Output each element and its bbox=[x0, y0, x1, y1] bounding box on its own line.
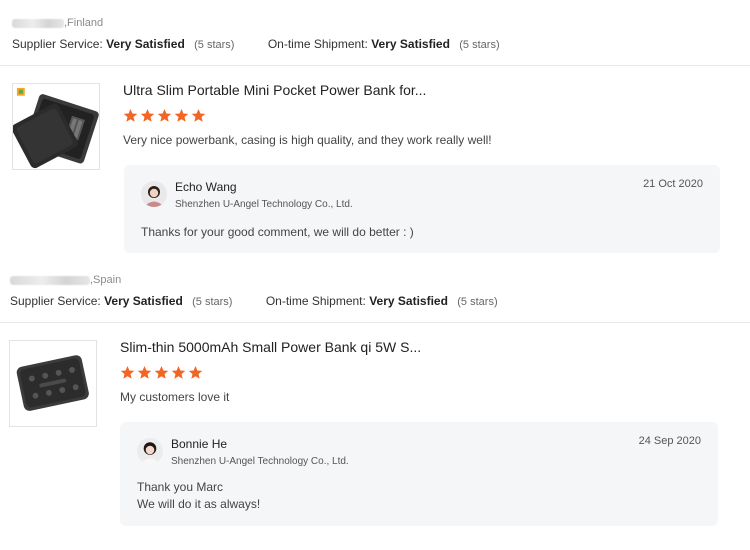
star-icon bbox=[174, 108, 189, 122]
supplier-reply: Bonnie He Shenzhen U-Angel Technology Co… bbox=[120, 422, 718, 526]
buyer-country: ,Finland bbox=[64, 17, 104, 29]
reply-author-name: Bonnie He bbox=[171, 437, 228, 451]
star-icon bbox=[137, 365, 152, 379]
supplier-reply: Echo Wang Shenzhen U-Angel Technology Co… bbox=[124, 165, 720, 253]
star-icon bbox=[123, 108, 138, 122]
reply-date: 24 Sep 2020 bbox=[638, 435, 701, 447]
star-icon bbox=[171, 365, 186, 379]
blurred-buyer-name bbox=[12, 18, 64, 28]
buyer-country: ,Spain bbox=[90, 274, 122, 286]
reply-text: Thanks for your good comment, we will do… bbox=[141, 225, 414, 239]
product-thumbnail[interactable] bbox=[12, 83, 100, 170]
product-title-link[interactable]: Ultra Slim Portable Mini Pocket Power Ba… bbox=[123, 82, 426, 98]
rating-summary: Supplier Service: Very Satisfied (5 star… bbox=[10, 294, 528, 308]
review-stars bbox=[120, 365, 203, 380]
product-title-link[interactable]: Slim-thin 5000mAh Small Power Bank qi 5W… bbox=[120, 339, 421, 355]
supplier-service-rating: Supplier Service: Very Satisfied (5 star… bbox=[12, 37, 235, 51]
product-thumbnail[interactable] bbox=[9, 340, 97, 427]
reply-text-line: We will do it as always! bbox=[137, 497, 261, 511]
seller-avatar bbox=[137, 438, 163, 464]
star-icon bbox=[157, 108, 172, 122]
star-icon bbox=[188, 365, 203, 379]
divider bbox=[0, 322, 750, 323]
divider bbox=[0, 65, 750, 66]
blurred-buyer-name bbox=[10, 275, 90, 285]
buyer-info: ,Finland bbox=[12, 16, 103, 30]
shipment-rating: On-time Shipment: Very Satisfied (5 star… bbox=[267, 37, 500, 51]
rating-summary: Supplier Service: Very Satisfied (5 star… bbox=[12, 37, 530, 51]
supplier-service-rating: Supplier Service: Very Satisfied (5 star… bbox=[10, 294, 233, 308]
review-stars bbox=[123, 108, 206, 123]
power-bank-product-image bbox=[13, 84, 99, 169]
reply-company: Shenzhen U-Angel Technology Co., Ltd. bbox=[171, 456, 349, 467]
review-comment: My customers love it bbox=[120, 390, 230, 404]
star-icon bbox=[191, 108, 206, 122]
reply-text: Thank you Marc We will do it as always! bbox=[137, 479, 260, 513]
review-comment: Very nice powerbank, casing is high qual… bbox=[123, 133, 492, 147]
reply-date: 21 Oct 2020 bbox=[643, 178, 703, 190]
reply-company: Shenzhen U-Angel Technology Co., Ltd. bbox=[175, 199, 353, 210]
star-icon bbox=[140, 108, 155, 122]
wireless-power-bank-product-image bbox=[10, 341, 96, 426]
star-icon bbox=[154, 365, 169, 379]
seller-avatar bbox=[141, 181, 167, 207]
reply-text-line: Thank you Marc bbox=[137, 480, 224, 494]
buyer-info: ,Spain bbox=[10, 273, 121, 287]
star-icon bbox=[120, 365, 135, 379]
reply-author-name: Echo Wang bbox=[175, 180, 237, 194]
shipment-rating: On-time Shipment: Very Satisfied (5 star… bbox=[265, 294, 498, 308]
